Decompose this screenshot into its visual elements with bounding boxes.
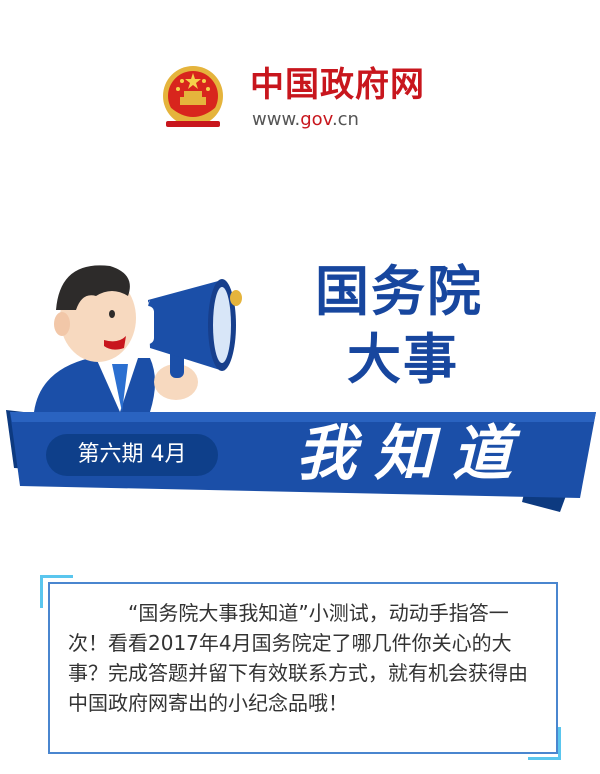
national-emblem-icon <box>163 66 223 127</box>
site-url[interactable]: www.gov.cn <box>252 109 359 131</box>
site-name: 中国政府网 <box>250 65 425 105</box>
title-line-1: 国务院 <box>315 260 483 323</box>
site-logo[interactable]: 中国政府网 www.gov.cn <box>160 63 460 135</box>
site-url-prefix: www. <box>252 109 301 130</box>
site-url-accent: gov <box>300 109 332 130</box>
man-ear <box>54 312 70 336</box>
man-eye <box>109 310 115 318</box>
megaphone-icon <box>138 279 242 371</box>
issue-badge: 第六期 4月 <box>46 434 218 476</box>
title-line-2: 大事 <box>347 328 459 391</box>
page: 中国政府网 www.gov.cn 国务院 大事 第六期 4月 我知道 “国务院大… <box>0 0 600 774</box>
slogan-calligraphy: 我知道 <box>296 419 530 489</box>
man-jacket <box>34 358 155 412</box>
intro-text: “国务院大事我知道”小测试，动动手指答一次！看看2017年4月国务院定了哪几件你… <box>68 601 528 715</box>
site-url-suffix: .cn <box>331 109 359 130</box>
